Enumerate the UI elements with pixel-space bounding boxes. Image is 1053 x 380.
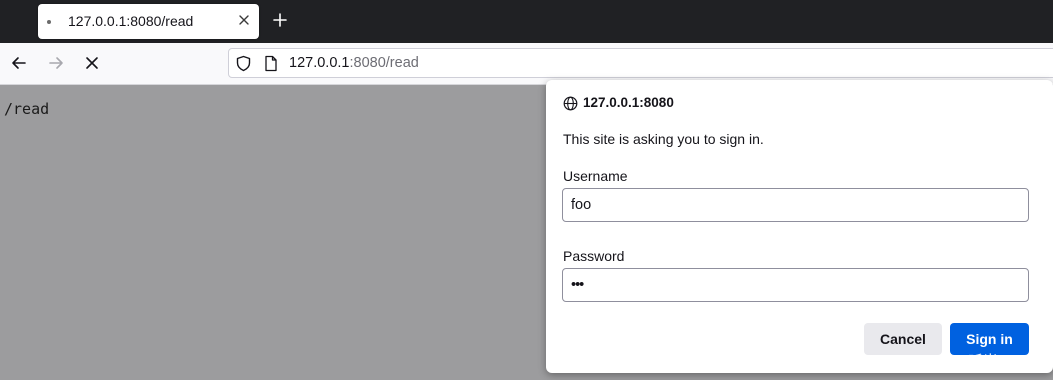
password-label: Password [563,248,625,264]
tab-strip: 127.0.0.1:8080/read [0,0,1053,43]
arrow-left-icon[interactable] [10,54,28,72]
url-path: :8080/read [349,55,419,71]
sign-in-dialog: 127.0.0.1:8080 This site is asking you t… [546,80,1053,373]
tab-active[interactable]: 127.0.0.1:8080/read [38,4,259,39]
shield-icon[interactable] [235,55,252,72]
url-host: 127.0.0.1 [289,55,350,71]
page-text: /read [4,100,50,118]
dialog-message: This site is asking you to sign in. [563,131,764,147]
stop-x-icon[interactable] [83,54,101,72]
username-field[interactable]: foo [562,188,1029,222]
username-label: Username [563,168,628,184]
globe-icon [563,96,578,111]
navigation-toolbar: 127.0.0.1:8080/read [0,43,1053,85]
tab-title: 127.0.0.1:8080/read [68,13,194,29]
url-text[interactable]: 127.0.0.1:8080/read [289,55,419,71]
plus-icon[interactable] [271,11,289,29]
page-icon[interactable] [264,55,278,72]
loading-dot-icon [47,20,51,24]
arrow-right-icon[interactable] [47,54,65,72]
dialog-host: 127.0.0.1:8080 [583,95,674,110]
watermark: CSDN @听光xg [906,353,1014,370]
close-icon[interactable] [237,13,251,27]
address-bar[interactable]: 127.0.0.1:8080/read [228,48,1053,78]
password-field[interactable]: ••• [562,268,1029,302]
